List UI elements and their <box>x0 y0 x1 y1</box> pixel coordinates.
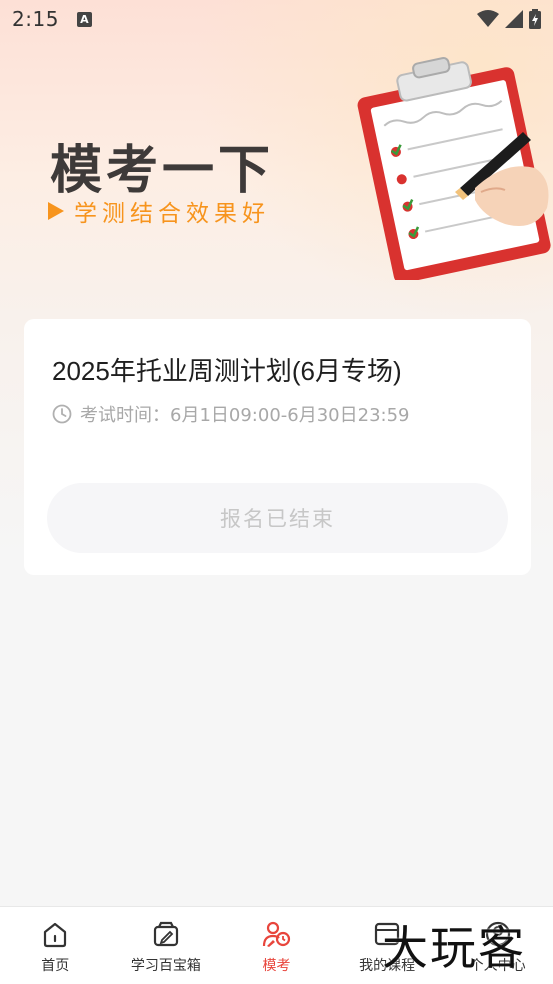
clock-icon <box>52 404 72 424</box>
exam-icon <box>263 921 291 947</box>
exam-time-label: 考试时间： <box>80 405 170 426</box>
hero-subtitle-row: 学测结合效果好 <box>48 194 270 228</box>
nav-label-courses: 我的课程 <box>359 958 416 974</box>
nav-item-home[interactable]: 首页 <box>0 907 111 984</box>
status-icons <box>477 9 541 29</box>
nav-label-exam: 模考 <box>262 958 291 974</box>
nav-label-home: 首页 <box>41 958 70 974</box>
courses-icon <box>374 922 400 946</box>
home-icon <box>44 922 67 948</box>
nav-label-profile: 个人中心 <box>469 958 526 974</box>
status-bar: 2:15 A <box>0 0 553 38</box>
exam-time-row: 考试时间： 6月1日09:00-6月30日23:59 <box>52 401 410 427</box>
nav-item-courses[interactable]: 我的课程 <box>332 907 443 984</box>
status-time: 2:15 <box>12 7 59 31</box>
hero-title: 模考一下 <box>50 141 275 201</box>
registration-closed-button[interactable]: 报名已结束 <box>47 483 508 553</box>
nav-label-toolbox: 学习百宝箱 <box>130 958 201 974</box>
play-icon <box>48 202 64 220</box>
nav-item-profile[interactable]: 个人中心 <box>442 907 553 984</box>
bottom-nav: 首页 学习百宝箱 模考 我的课程 个人中心 <box>0 906 553 984</box>
exam-title: 2025年托业周测计划(6月专场) <box>52 356 402 386</box>
nav-item-exam[interactable]: 模考 <box>221 907 332 984</box>
exam-card[interactable]: 2025年托业周测计划(6月专场) 考试时间： 6月1日09:00-6月30日2… <box>24 319 531 575</box>
profile-icon <box>485 921 510 947</box>
nav-item-toolbox[interactable]: 学习百宝箱 <box>111 907 222 984</box>
signal-icon <box>505 10 523 28</box>
wifi-icon <box>477 10 499 27</box>
exam-time-value: 6月1日09:00-6月30日23:59 <box>170 405 410 426</box>
battery-icon <box>529 9 541 29</box>
toolbox-icon <box>153 921 178 947</box>
a-icon: A <box>76 11 92 27</box>
hero-subtitle: 学测结合效果好 <box>74 201 270 227</box>
clipboard-illustration <box>357 57 551 280</box>
